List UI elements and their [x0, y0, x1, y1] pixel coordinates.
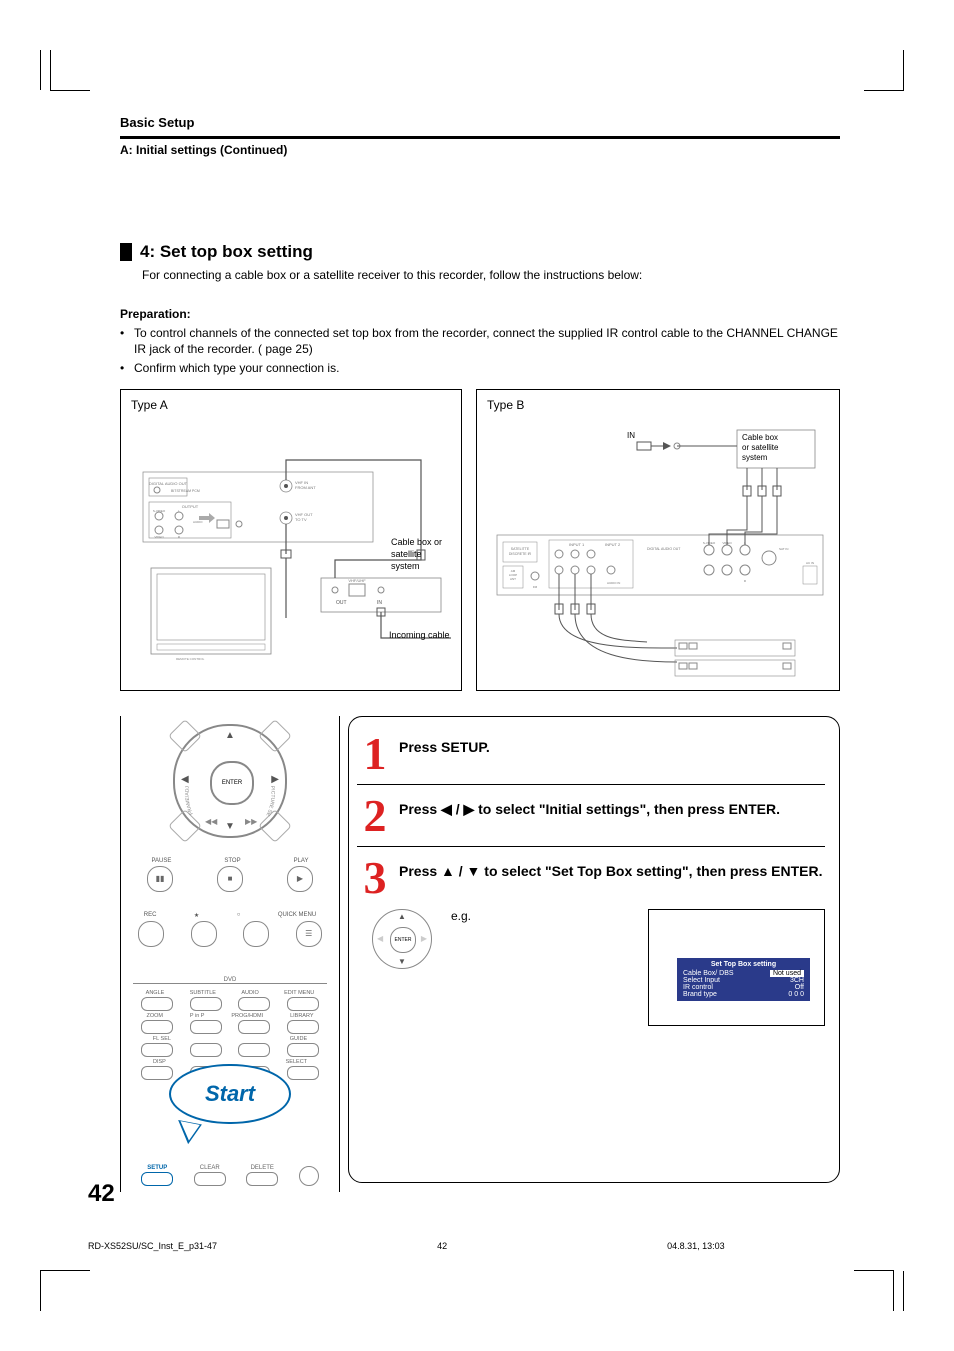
- svg-text:DIGITAL AUDIO OUT: DIGITAL AUDIO OUT: [149, 481, 188, 486]
- star-button: [191, 921, 217, 947]
- osd-title: Set Top Box setting: [681, 961, 806, 968]
- step-number: 1: [357, 733, 393, 774]
- start-callout: Start: [169, 1064, 287, 1134]
- page-number: 42: [88, 1180, 115, 1208]
- svg-text:IN: IN: [627, 431, 635, 440]
- list-item: Confirm which type your connection is.: [120, 360, 840, 376]
- dvd-label: DVD: [218, 977, 243, 983]
- stop-button: ■: [217, 866, 243, 892]
- mini-dpad: ▲ ▼ ◀ ▶ ENTER: [371, 909, 433, 989]
- svg-text:AUDIO: AUDIO: [193, 520, 203, 524]
- remote-illustration: ▲ ▼ ◀ ▶ ENTER FRAME/ADJUST PICTURE SEARC…: [120, 716, 340, 1192]
- step-number: 2: [357, 795, 393, 836]
- svg-text:FM: FM: [533, 585, 538, 589]
- svg-text:REMOTE CONTROL: REMOTE CONTROL: [176, 657, 205, 661]
- svg-text:AC IN: AC IN: [806, 561, 814, 565]
- svg-text:VHF/UHF: VHF/UHF: [348, 578, 366, 583]
- corner-icon: [258, 719, 292, 753]
- svg-text:or satellite: or satellite: [742, 443, 779, 452]
- svg-text:Incoming cable: Incoming cable: [389, 630, 450, 640]
- svg-text:AUDIO IN: AUDIO IN: [607, 581, 620, 585]
- preparation-title: Preparation:: [120, 307, 840, 321]
- corner-icon: [168, 719, 202, 753]
- svg-text:Cable box or: Cable box or: [391, 537, 442, 547]
- osd-row: Cable Box/ DBSNot used: [681, 970, 806, 977]
- play-button: ▶: [287, 866, 313, 892]
- svg-text:satellite: satellite: [391, 549, 422, 559]
- footer-file: RD-XS52SU/SC_Inst_E_p31-47: [88, 1241, 217, 1251]
- step-number: 3: [357, 857, 393, 898]
- svg-text:SATELITTE: SATELITTE: [511, 547, 530, 551]
- preparation-list: To control channels of the connected set…: [120, 325, 840, 377]
- svg-text:INPUT 1: INPUT 1: [569, 542, 585, 547]
- steps-panel: 1 Press SETUP. 2 Press ◀ / ▶ to select "…: [348, 716, 840, 1183]
- arrow-left-icon: ◀: [181, 774, 189, 785]
- subsection-header: A: Initial settings (Continued): [120, 143, 840, 157]
- svg-text:◀◀: ◀◀: [205, 817, 218, 826]
- remote-dpad: ▲ ▼ ◀ ▶ ENTER FRAME/ADJUST PICTURE SEARC…: [173, 724, 287, 838]
- intro-text: For connecting a cable box or a satellit…: [142, 268, 840, 282]
- step-text: Press SETUP.: [399, 733, 825, 757]
- step-1: 1 Press SETUP.: [357, 727, 825, 780]
- rec-button: [138, 921, 164, 947]
- list-item: To control channels of the connected set…: [120, 325, 840, 357]
- step-2: 2 Press ◀ / ▶ to select "Initial setting…: [357, 789, 825, 842]
- setup-label: SETUP: [147, 1165, 167, 1171]
- corner-icon: [258, 809, 292, 843]
- svg-text:TO TV: TO TV: [295, 517, 307, 522]
- heading: 4: Set top box setting: [140, 242, 313, 262]
- svg-text:OUTPUT: OUTPUT: [182, 504, 199, 509]
- quickmenu-button: ☰: [296, 921, 322, 947]
- pause-button: ▮▮: [147, 866, 173, 892]
- svg-text:VIDEO: VIDEO: [154, 535, 164, 539]
- heading-marker: [120, 243, 132, 261]
- osd-row: IR controlOff: [681, 984, 806, 991]
- enter-button: ENTER: [210, 761, 254, 805]
- svg-text:▶▶: ▶▶: [245, 817, 258, 826]
- step-text: Press ▲ / ▼ to select "Set Top Box setti…: [399, 857, 825, 881]
- step-text: Press ◀ / ▶ to select "Initial settings"…: [399, 795, 825, 819]
- diagram-type-a: Type A DIGITAL AUDIO OUT BITSTREAM PCM O…: [120, 389, 462, 691]
- svg-text:system: system: [742, 453, 768, 462]
- section-header: Basic Setup: [120, 115, 840, 130]
- diagram-type-b: Type B Cable box or satellite system IN: [476, 389, 840, 691]
- footer-timestamp: 04.8.31, 13:03: [667, 1241, 725, 1251]
- footer: RD-XS52SU/SC_Inst_E_p31-47 42 04.8.31, 1…: [88, 1241, 725, 1251]
- svg-text:Cable box: Cable box: [742, 433, 778, 442]
- svg-text:R: R: [178, 535, 181, 539]
- svg-text:INPUT 2: INPUT 2: [605, 542, 621, 547]
- osd-row: Brand type0 0 0: [681, 991, 806, 998]
- svg-text:BITSTREAM PCM: BITSTREAM PCM: [171, 489, 200, 493]
- svg-text:SAT IN: SAT IN: [779, 547, 788, 551]
- arrow-right-icon: ▶: [271, 774, 279, 785]
- svg-text:OUT: OUT: [336, 600, 347, 606]
- arrow-down-icon: ▼: [225, 821, 235, 832]
- svg-text:S-VIDEO: S-VIDEO: [153, 509, 166, 513]
- svg-text:DISCRETE IR: DISCRETE IR: [509, 552, 532, 556]
- svg-text:DIGITAL AUDIO OUT: DIGITAL AUDIO OUT: [647, 547, 681, 551]
- corner-icon: [168, 809, 202, 843]
- step-3: 3 Press ▲ / ▼ to select "Set Top Box set…: [357, 851, 825, 904]
- osd-row: Select Input3CH: [681, 977, 806, 984]
- svg-text:system: system: [391, 561, 420, 571]
- header-rule: [120, 136, 840, 139]
- arrow-up-icon: ▲: [225, 730, 235, 741]
- svg-text:IN: IN: [377, 600, 382, 606]
- osd-screen: Set Top Box setting Cable Box/ DBSNot us…: [648, 909, 825, 1026]
- footer-page: 42: [437, 1241, 447, 1251]
- circle-button: [243, 921, 269, 947]
- svg-text:R: R: [744, 579, 747, 583]
- svg-text:ANT: ANT: [510, 577, 516, 581]
- svg-text:FROM ANT: FROM ANT: [295, 485, 316, 490]
- example-label: e.g.: [451, 909, 471, 923]
